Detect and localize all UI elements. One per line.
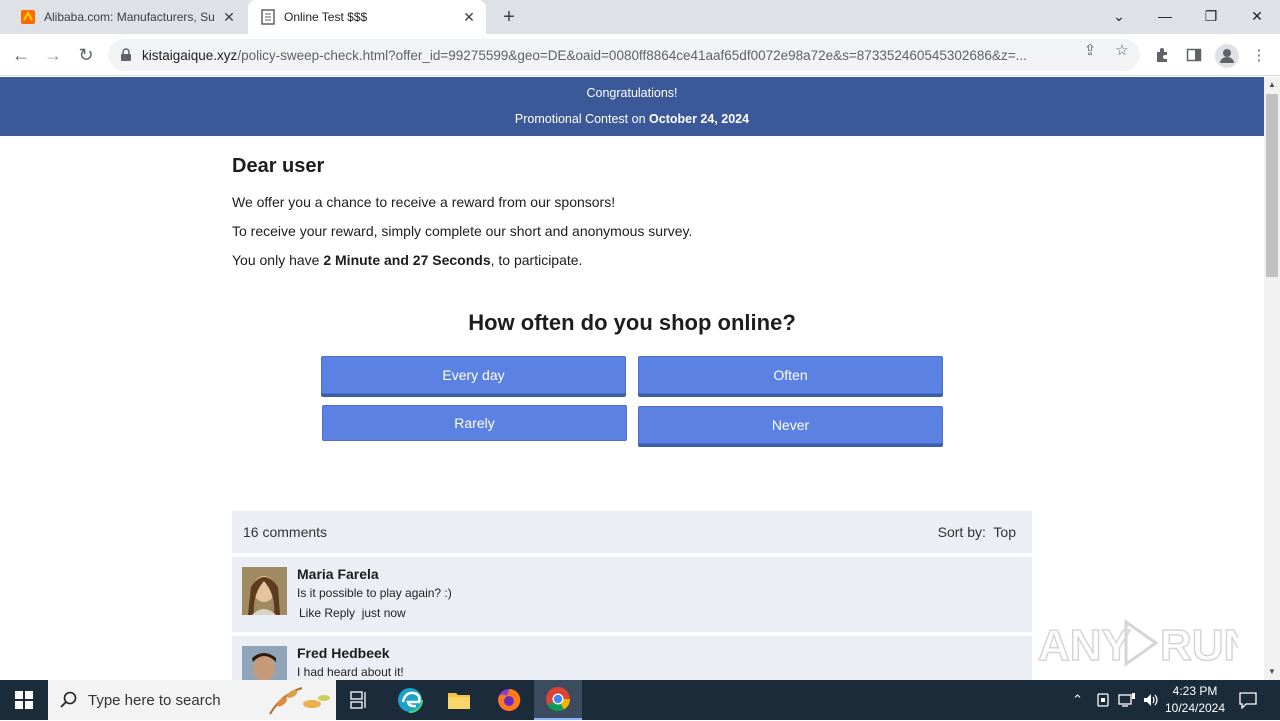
- tab-title: Alibaba.com: Manufacturers, Su: [44, 10, 215, 24]
- profile-avatar-icon[interactable]: [1215, 44, 1239, 68]
- scroll-up-arrow-icon[interactable]: ▲: [1264, 77, 1280, 93]
- task-view-icon[interactable]: [336, 680, 384, 720]
- tab-strip: Alibaba.com: Manufacturers, Su ✕ Online …: [0, 0, 1280, 34]
- firefox-icon[interactable]: [485, 680, 533, 720]
- scroll-down-arrow-icon[interactable]: ▼: [1264, 664, 1280, 680]
- tab-close-icon[interactable]: ✕: [218, 9, 240, 26]
- intro-section: Dear user We offer you a chance to recei…: [232, 155, 1032, 282]
- address-bar[interactable]: kistaigaique.xyz/policy-sweep-check.html…: [108, 39, 1140, 71]
- restore-button[interactable]: ❐: [1188, 0, 1234, 34]
- countdown-time: 2 Minute and 27 Seconds: [323, 252, 491, 268]
- tray-chevron-icon[interactable]: ⌃: [1072, 680, 1083, 720]
- edge-browser-icon[interactable]: [386, 680, 434, 720]
- comment-text: Is it possible to play again? :): [297, 586, 452, 600]
- answer-every-day-button[interactable]: Every day: [321, 356, 626, 394]
- answer-never-button[interactable]: Never: [638, 406, 943, 444]
- clock-time: 4:23 PM: [1172, 684, 1218, 698]
- comment-item: Fred Hedbeek I had heard about it!: [232, 636, 1032, 680]
- scrollbar-thumb[interactable]: [1266, 94, 1278, 277]
- banner-date: October 24, 2024: [649, 112, 750, 126]
- notifications-icon[interactable]: [1238, 680, 1258, 720]
- countdown-suffix: , to participate.: [490, 252, 583, 268]
- countdown-prefix: You only have: [232, 252, 324, 268]
- intro-paragraph-1: We offer you a chance to receive a rewar…: [232, 194, 616, 210]
- taskbar-search-box[interactable]: Type here to search: [48, 680, 336, 720]
- toolbar: ← → ↻ kistaigaique.xyz/policy-sweep-chec…: [0, 34, 1280, 76]
- side-panel-icon[interactable]: [1185, 47, 1203, 65]
- avatar: [242, 646, 287, 680]
- comment-item: Maria Farela Is it possible to play agai…: [232, 557, 1032, 632]
- survey-question: How often do you shop online?: [468, 310, 796, 335]
- tab-title: Online Test $$$: [284, 10, 368, 24]
- congrats-banner: Congratulations! Promotional Contest on …: [0, 77, 1264, 136]
- extensions-puzzle-icon[interactable]: [1153, 47, 1171, 65]
- system-clock[interactable]: 4:23 PM 10/24/2024: [1160, 683, 1230, 717]
- comments-count: 16 comments: [243, 524, 328, 540]
- page-viewport: Congratulations! Promotional Contest on …: [0, 77, 1264, 680]
- sort-value[interactable]: Top: [993, 524, 1016, 540]
- volume-icon[interactable]: [1142, 680, 1160, 720]
- chrome-icon[interactable]: [534, 680, 582, 720]
- tab-alibaba[interactable]: Alibaba.com: Manufacturers, Su ✕: [8, 0, 246, 34]
- banner-title: Congratulations!: [586, 86, 678, 100]
- comment-time: just now: [361, 606, 406, 620]
- sort-control[interactable]: Sort by: Top: [938, 524, 1016, 540]
- comment-actions: Like Reply just now: [299, 606, 406, 620]
- share-icon[interactable]: ⇪: [1081, 42, 1099, 60]
- new-tab-button[interactable]: +: [498, 6, 520, 28]
- search-icon: [60, 691, 78, 709]
- page-favicon-icon: [260, 9, 276, 25]
- comment-text: I had heard about it!: [297, 665, 404, 679]
- svg-text:RUN: RUN: [1160, 621, 1238, 670]
- lock-icon[interactable]: [120, 48, 134, 62]
- tab-close-icon[interactable]: ✕: [458, 9, 480, 26]
- anyrun-watermark-logo: ANY RUN: [1037, 608, 1256, 678]
- answer-rarely-button[interactable]: Rarely: [322, 405, 627, 441]
- answer-often-button[interactable]: Often: [638, 356, 943, 394]
- windows-start-icon[interactable]: [0, 680, 48, 720]
- url-text: kistaigaique.xyz/policy-sweep-check.html…: [142, 48, 1072, 63]
- minimize-button[interactable]: —: [1142, 0, 1188, 34]
- tab-search-chevron-icon[interactable]: ⌄: [1096, 0, 1142, 34]
- back-arrow-icon[interactable]: ←: [8, 42, 34, 68]
- comments-section: 16 comments Sort by: Top Maria Farela Is…: [232, 511, 1032, 680]
- tab-online-test[interactable]: Online Test $$$ ✕: [248, 0, 486, 34]
- avatar: [242, 567, 287, 615]
- url-path: /policy-sweep-check.html?offer_id=992755…: [237, 47, 1027, 63]
- comment-like-reply[interactable]: Like Reply: [299, 606, 355, 620]
- page-scrollbar[interactable]: ▲ ▼: [1264, 77, 1280, 680]
- close-window-button[interactable]: ✕: [1234, 0, 1280, 34]
- svg-text:ANY: ANY: [1038, 621, 1131, 670]
- banner-prefix: Promotional Contest on: [514, 112, 650, 126]
- bookmark-star-icon[interactable]: ☆: [1113, 42, 1131, 60]
- banner-subtitle: Promotional Contest on October 24, 2024: [0, 112, 1264, 126]
- intro-paragraph-3: You only have 2 Minute and 27 Seconds, t…: [232, 253, 1032, 267]
- forward-arrow-icon[interactable]: →: [40, 42, 66, 68]
- comment-author: Maria Farela: [297, 566, 379, 582]
- menu-kebab-icon[interactable]: ⋮: [1250, 47, 1268, 65]
- sort-label: Sort by:: [937, 524, 986, 540]
- clock-date: 10/24/2024: [1164, 701, 1226, 715]
- intro-paragraph-2: To receive your reward, simply complete …: [232, 223, 693, 239]
- network-icon[interactable]: [1118, 680, 1136, 720]
- comments-header: 16 comments Sort by: Top: [232, 511, 1032, 553]
- alibaba-favicon-icon: [20, 9, 36, 25]
- reload-icon[interactable]: ↻: [73, 42, 99, 68]
- page-heading: Dear user: [232, 155, 325, 177]
- comment-author: Fred Hedbeek: [297, 645, 390, 661]
- search-placeholder: Type here to search: [88, 691, 221, 709]
- search-highlight-leaf-icon: [262, 684, 334, 721]
- windows-taskbar: Type here to search ⌃ 4:23 PM 10/24/2024: [0, 680, 1280, 720]
- url-domain: kistaigaique.xyz: [142, 47, 238, 63]
- tray-device-icon[interactable]: [1096, 680, 1110, 720]
- file-explorer-icon[interactable]: [435, 680, 483, 720]
